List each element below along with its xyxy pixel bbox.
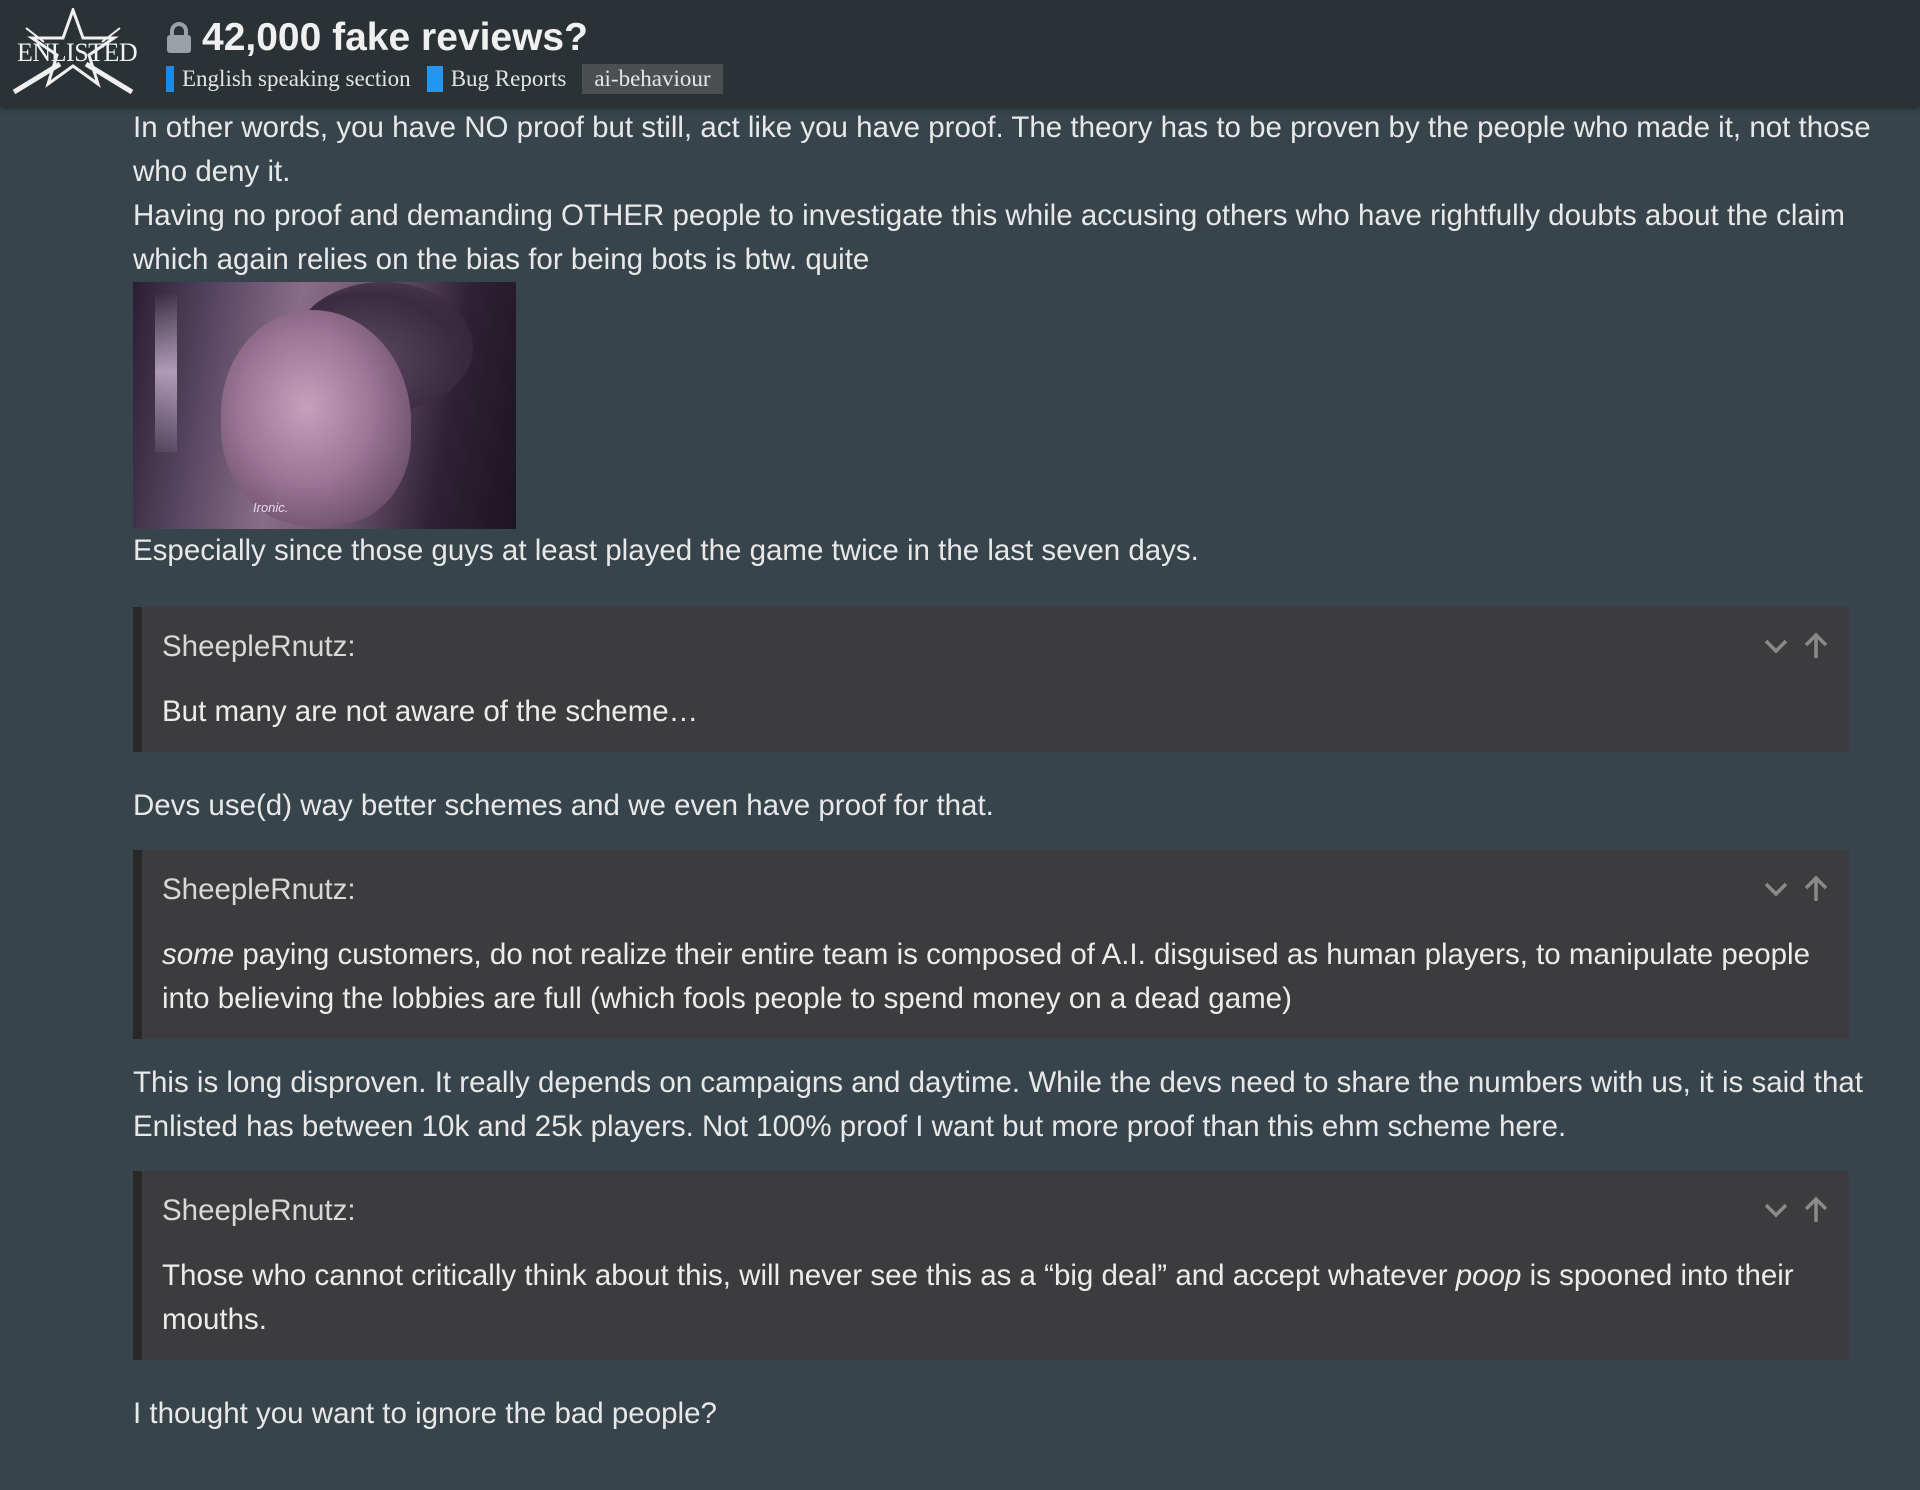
chevron-down-icon[interactable] bbox=[1761, 874, 1791, 904]
lock-icon bbox=[167, 22, 191, 53]
meme-image[interactable]: Ironic. bbox=[133, 282, 516, 529]
post-paragraph: Devs use(d) way better schemes and we ev… bbox=[133, 789, 994, 822]
post-paragraph: In other words, you have NO proof but st… bbox=[133, 111, 1871, 188]
quote-controls bbox=[1761, 874, 1831, 904]
quote-block: SheepleRnutz: some paying customers, do … bbox=[133, 850, 1849, 1039]
quote-text: Those who cannot critically think about … bbox=[162, 1254, 1829, 1342]
quote-text: But many are not aware of the scheme… bbox=[162, 695, 699, 728]
quote-author[interactable]: SheepleRnutz: bbox=[162, 625, 1829, 669]
topic-header: ENLISTED 42,000 fake reviews? English sp… bbox=[0, 0, 1920, 106]
quote-author[interactable]: SheepleRnutz: bbox=[162, 1189, 1829, 1233]
quote-text-rest: paying customers, do not realize their e… bbox=[162, 938, 1810, 1015]
meme-light bbox=[155, 292, 177, 452]
meme-face bbox=[221, 310, 411, 525]
quote-block: SheepleRnutz: But many are not aware of … bbox=[133, 607, 1849, 752]
quote-author[interactable]: SheepleRnutz: bbox=[162, 868, 1829, 912]
category-label: Bug Reports bbox=[450, 66, 567, 91]
tag-ai-behaviour[interactable]: ai-behaviour bbox=[582, 64, 723, 94]
category-label: English speaking section bbox=[182, 66, 411, 91]
arrow-up-icon[interactable] bbox=[1801, 874, 1831, 904]
enlisted-logo[interactable]: ENLISTED bbox=[10, 8, 138, 96]
quote-text: some paying customers, do not realize th… bbox=[162, 933, 1829, 1021]
post-paragraph: I thought you want to ignore the bad peo… bbox=[133, 1397, 717, 1430]
category-color-badge bbox=[426, 66, 443, 92]
category-color-badge bbox=[166, 66, 174, 92]
post-paragraph: This is long disproven. It really depend… bbox=[133, 1066, 1863, 1143]
arrow-up-icon[interactable] bbox=[1801, 1195, 1831, 1225]
quote-emphasis: poop bbox=[1455, 1259, 1522, 1292]
chevron-down-icon[interactable] bbox=[1761, 1195, 1791, 1225]
category-english-speaking[interactable]: English speaking section bbox=[166, 66, 411, 92]
chevron-down-icon[interactable] bbox=[1761, 631, 1791, 661]
category-bug-reports[interactable]: Bug Reports bbox=[426, 66, 567, 92]
quote-controls bbox=[1761, 631, 1831, 661]
arrow-up-icon[interactable] bbox=[1801, 631, 1831, 661]
logo-wordmark: ENLISTED bbox=[17, 38, 138, 67]
quote-emphasis: some bbox=[162, 938, 235, 971]
topic-title[interactable]: 42,000 fake reviews? bbox=[202, 14, 588, 62]
post-paragraph: Especially since those guys at least pla… bbox=[133, 534, 1199, 567]
title-row: 42,000 fake reviews? bbox=[166, 14, 588, 62]
quote-controls bbox=[1761, 1195, 1831, 1225]
quote-block: SheepleRnutz: Those who cannot criticall… bbox=[133, 1171, 1849, 1360]
category-row: English speaking section Bug Reports ai-… bbox=[166, 64, 723, 94]
quote-text-start: Those who cannot critically think about … bbox=[162, 1259, 1456, 1292]
post-body: In other words, you have NO proof but st… bbox=[133, 106, 1873, 1436]
post-paragraph: Having no proof and demanding OTHER peop… bbox=[133, 199, 1845, 276]
meme-caption: Ironic. bbox=[253, 500, 289, 515]
